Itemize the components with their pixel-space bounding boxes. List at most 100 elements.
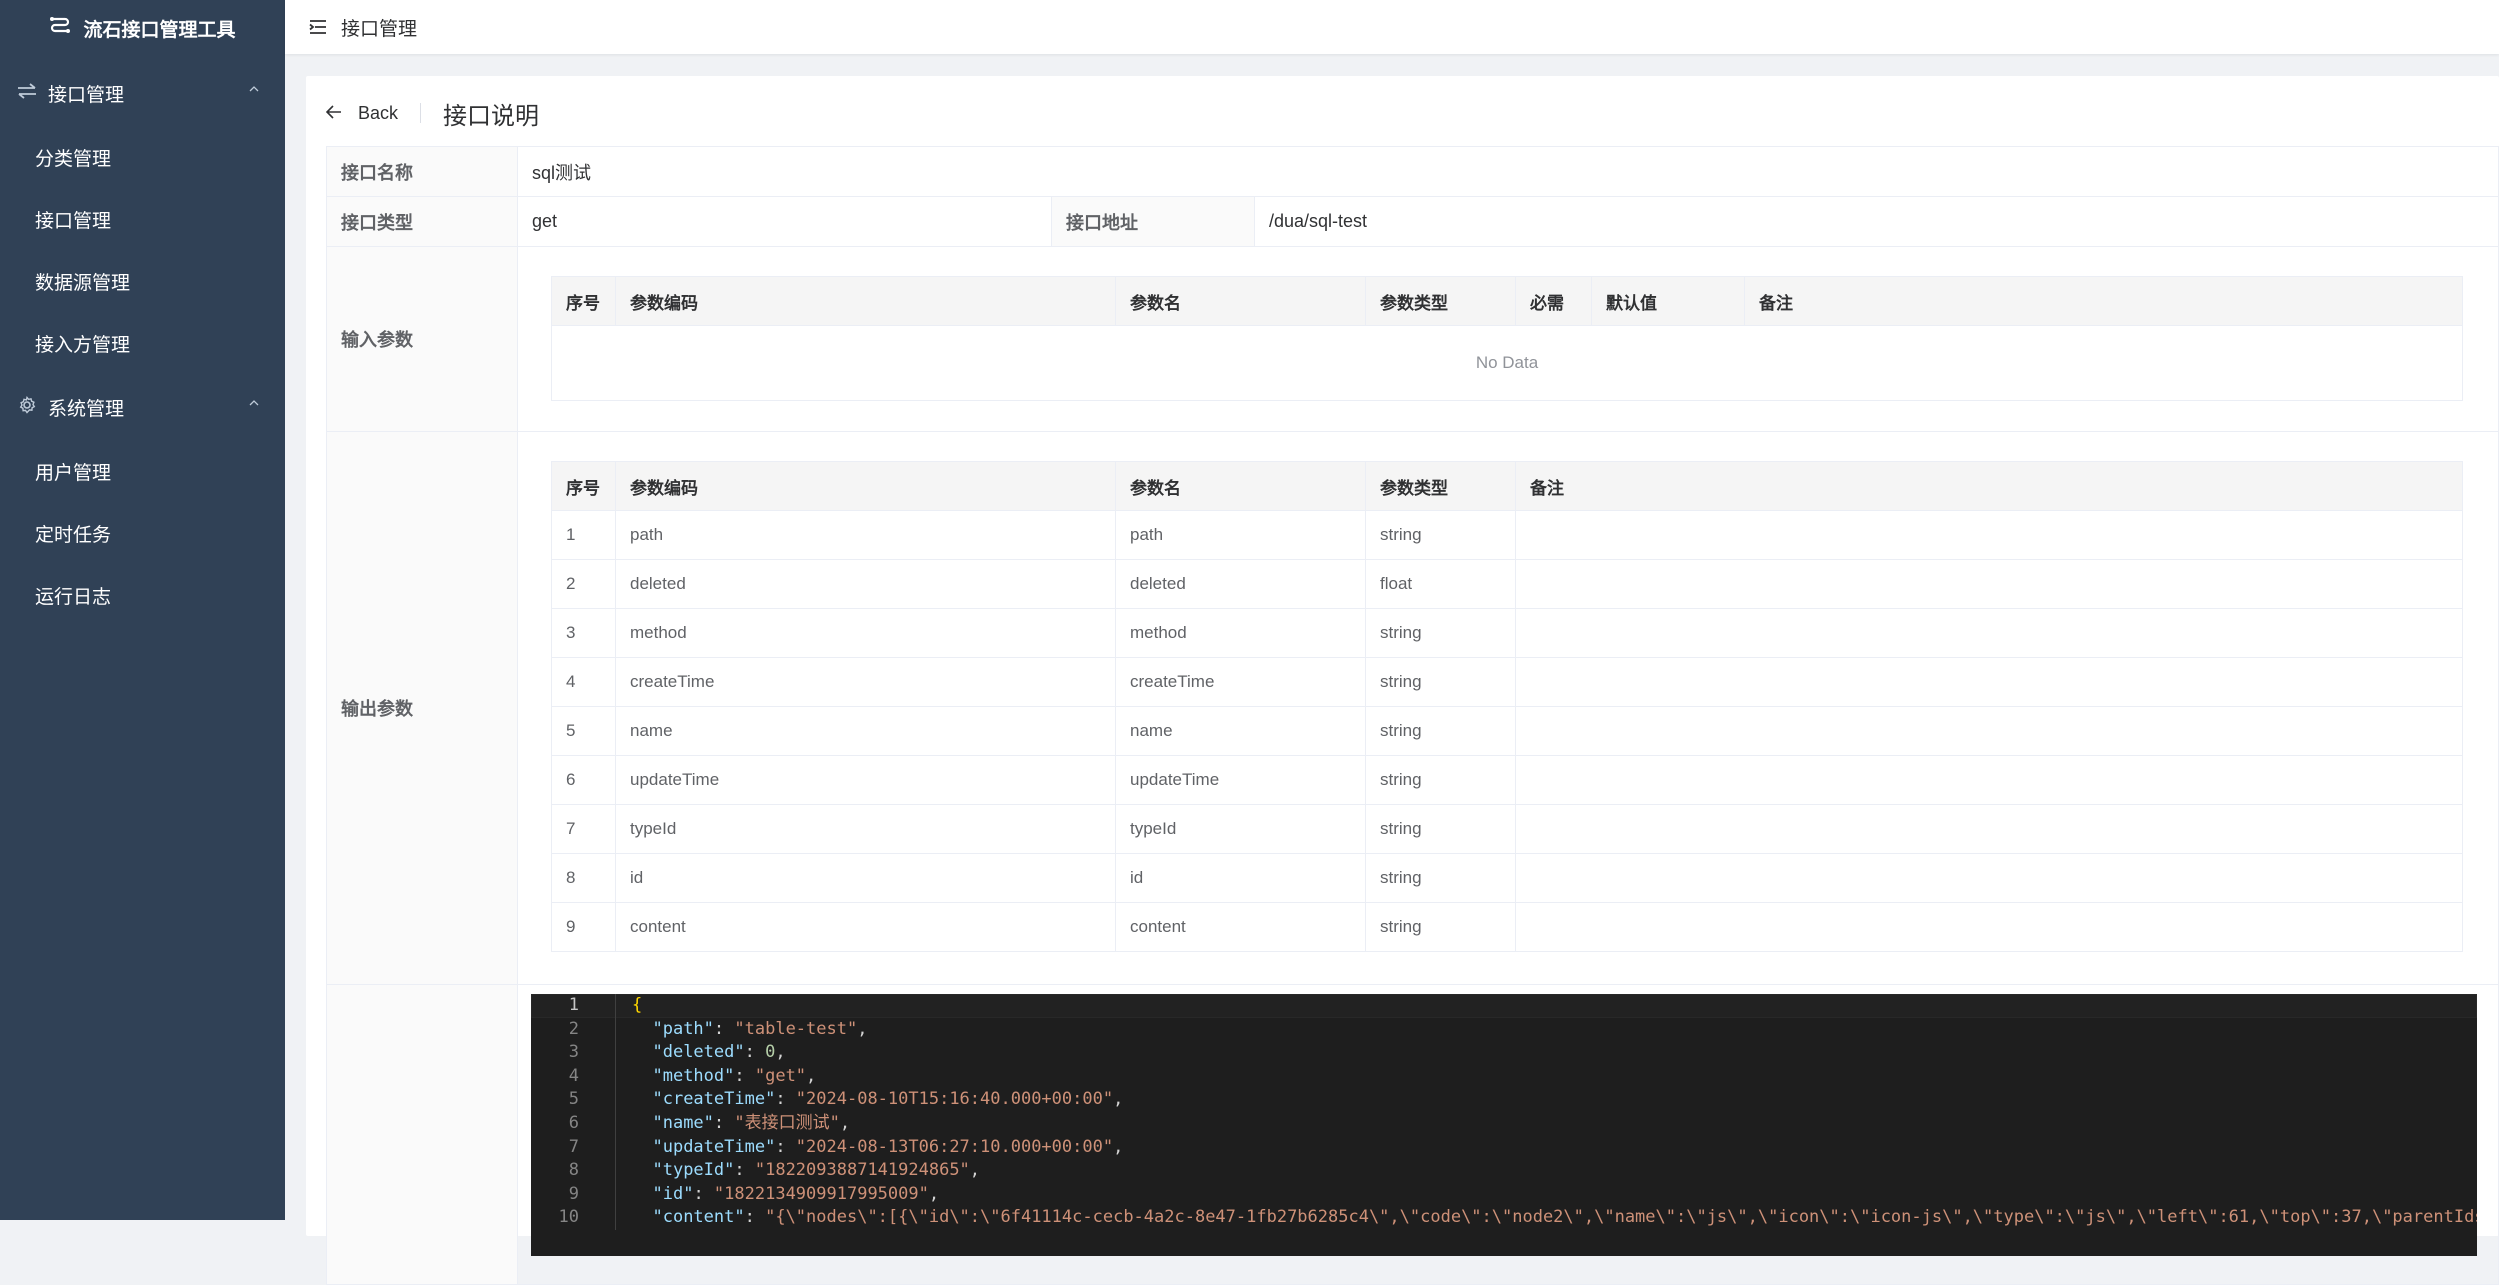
code-text: "content": "{\"nodes\":[{\"id\":\"6f4111…	[615, 1206, 2477, 1230]
table-cell: name	[615, 706, 1116, 756]
code-value: "2024-08-10T15:16:40.000+00:00"	[795, 1089, 1114, 1110]
table-cell: content	[615, 902, 1116, 952]
table-cell: path	[615, 510, 1116, 560]
table-cell: content	[1115, 902, 1366, 952]
code-line: 10 "content": "{\"nodes\":[{\"id\":\"6f4…	[531, 1206, 2477, 1230]
sidebar-item-users[interactable]: 用户管理	[0, 440, 285, 502]
table-cell	[1515, 608, 2463, 658]
col-header-index: 序号	[551, 461, 616, 511]
table-cell: path	[1115, 510, 1366, 560]
table-cell: string	[1365, 804, 1516, 854]
code-key: "path"	[652, 1018, 714, 1039]
breadcrumb: 接口管理	[341, 18, 418, 40]
table-cell: string	[1365, 608, 1516, 658]
code-value: 0	[765, 1042, 776, 1063]
table-cell: 4	[551, 657, 616, 707]
line-number: 1	[568, 995, 579, 1015]
response-code-editor[interactable]: 1{2 "path": "table-test", 3 "deleted": 0,…	[531, 994, 2477, 1256]
line-number: 6	[568, 1112, 579, 1133]
line-number: 7	[568, 1136, 579, 1157]
sidebar-item-datasource[interactable]: 数据源管理	[0, 250, 285, 312]
line-number: 4	[568, 1065, 579, 1086]
empty-text: No Data	[551, 325, 2463, 401]
sidebar-item-interface[interactable]: 接口管理	[0, 188, 285, 250]
table-cell: deleted	[615, 559, 1116, 609]
table-cell: 6	[551, 755, 616, 805]
table-cell	[1515, 902, 2463, 952]
code-value: "1822093887141924865"	[754, 1160, 970, 1181]
table-cell: 1	[551, 510, 616, 560]
type-value: get	[517, 196, 1052, 247]
table-row: 3 method method string	[551, 608, 2463, 658]
col-header-type: 参数类型	[1365, 276, 1516, 326]
table-cell: 7	[551, 804, 616, 854]
swap-icon	[16, 82, 38, 104]
gear-icon	[16, 395, 38, 419]
table-cell: updateTime	[615, 755, 1116, 805]
table-cell: deleted	[1115, 559, 1366, 609]
menu-group-label: 接口管理	[48, 84, 125, 106]
code-key: "name"	[652, 1112, 714, 1133]
table-cell: string	[1365, 657, 1516, 707]
table-row: 7 typeId typeId string	[551, 804, 2463, 854]
table-row: 1 path path string	[551, 510, 2463, 560]
code-key: "deleted"	[652, 1042, 745, 1063]
menu-group-system[interactable]: 系统管理	[0, 374, 285, 440]
col-header-required: 必需	[1515, 276, 1592, 326]
type-label: 接口类型	[326, 196, 518, 247]
table-cell: float	[1365, 559, 1516, 609]
table-cell	[1515, 853, 2463, 903]
code-text: "path": "table-test",	[615, 1017, 867, 1042]
back-button[interactable]: Back	[325, 102, 399, 125]
code-line: 3 "deleted": 0,	[531, 1041, 2477, 1065]
table-row: 9 content content string	[551, 902, 2463, 952]
code-text: {	[615, 994, 642, 1018]
sidebar-item-client[interactable]: 接入方管理	[0, 312, 285, 374]
table-row: 5 name name string	[551, 706, 2463, 756]
app-logo[interactable]: 流石接口管理工具	[0, 0, 285, 56]
top-header: 接口管理	[285, 0, 2499, 54]
code-line: 8 "typeId": "1822093887141924865",	[531, 1159, 2477, 1183]
code-text: "id": "1822134909917995009",	[615, 1182, 939, 1207]
page-title: 接口说明	[443, 102, 540, 130]
sidebar-item-category[interactable]: 分类管理	[0, 126, 285, 188]
code-line: 6 "name": "表接口测试",	[531, 1111, 2477, 1136]
table-cell	[1515, 706, 2463, 756]
col-header-type: 参数类型	[1365, 461, 1516, 511]
code-value: "表接口测试"	[734, 1112, 840, 1133]
code-key: "createTime"	[652, 1089, 776, 1110]
col-header-code: 参数编码	[615, 276, 1116, 326]
output-params-table: 序号 参数编码 参数名 参数类型 备注 1 path path string 2 dele…	[551, 461, 2463, 952]
menu-fold-icon[interactable]	[309, 19, 327, 35]
code-line: 9 "id": "1822134909917995009",	[531, 1182, 2477, 1207]
app-logo-icon	[49, 14, 71, 42]
code-line: 7 "updateTime": "2024-08-13T06:27:10.000…	[531, 1135, 2477, 1160]
line-number: 10	[558, 1207, 579, 1228]
code-text: "updateTime": "2024-08-13T06:27:10.000+0…	[615, 1135, 1123, 1160]
address-value: /dua/sql-test	[1254, 196, 2499, 247]
table-cell: createTime	[1115, 657, 1366, 707]
sidebar-item-tasks[interactable]: 定时任务	[0, 502, 285, 564]
code-key: "method"	[652, 1065, 735, 1086]
code-key: "id"	[652, 1183, 694, 1204]
table-cell: string	[1365, 510, 1516, 560]
table-cell: updateTime	[1115, 755, 1366, 805]
col-header-name: 参数名	[1115, 461, 1366, 511]
table-cell: string	[1365, 755, 1516, 805]
table-cell: string	[1365, 902, 1516, 952]
input-params-label: 输入参数	[326, 246, 518, 432]
code-value: "table-test"	[734, 1018, 858, 1039]
table-cell: typeId	[615, 804, 1116, 854]
address-label: 接口地址	[1051, 196, 1255, 247]
table-cell	[1515, 510, 2463, 560]
menu-group-interface[interactable]: 接口管理	[0, 60, 285, 126]
sidebar-item-logs[interactable]: 运行日志	[0, 564, 285, 626]
back-label: Back	[358, 102, 399, 123]
code-text: "name": "表接口测试",	[615, 1111, 850, 1136]
table-row: 8 id id string	[551, 853, 2463, 903]
table-row: 6 updateTime updateTime string	[551, 755, 2463, 805]
output-params-label: 输出参数	[326, 431, 518, 985]
col-header-name: 参数名	[1115, 276, 1366, 326]
code-key: "updateTime"	[652, 1136, 776, 1157]
code-value: "get"	[754, 1065, 807, 1086]
